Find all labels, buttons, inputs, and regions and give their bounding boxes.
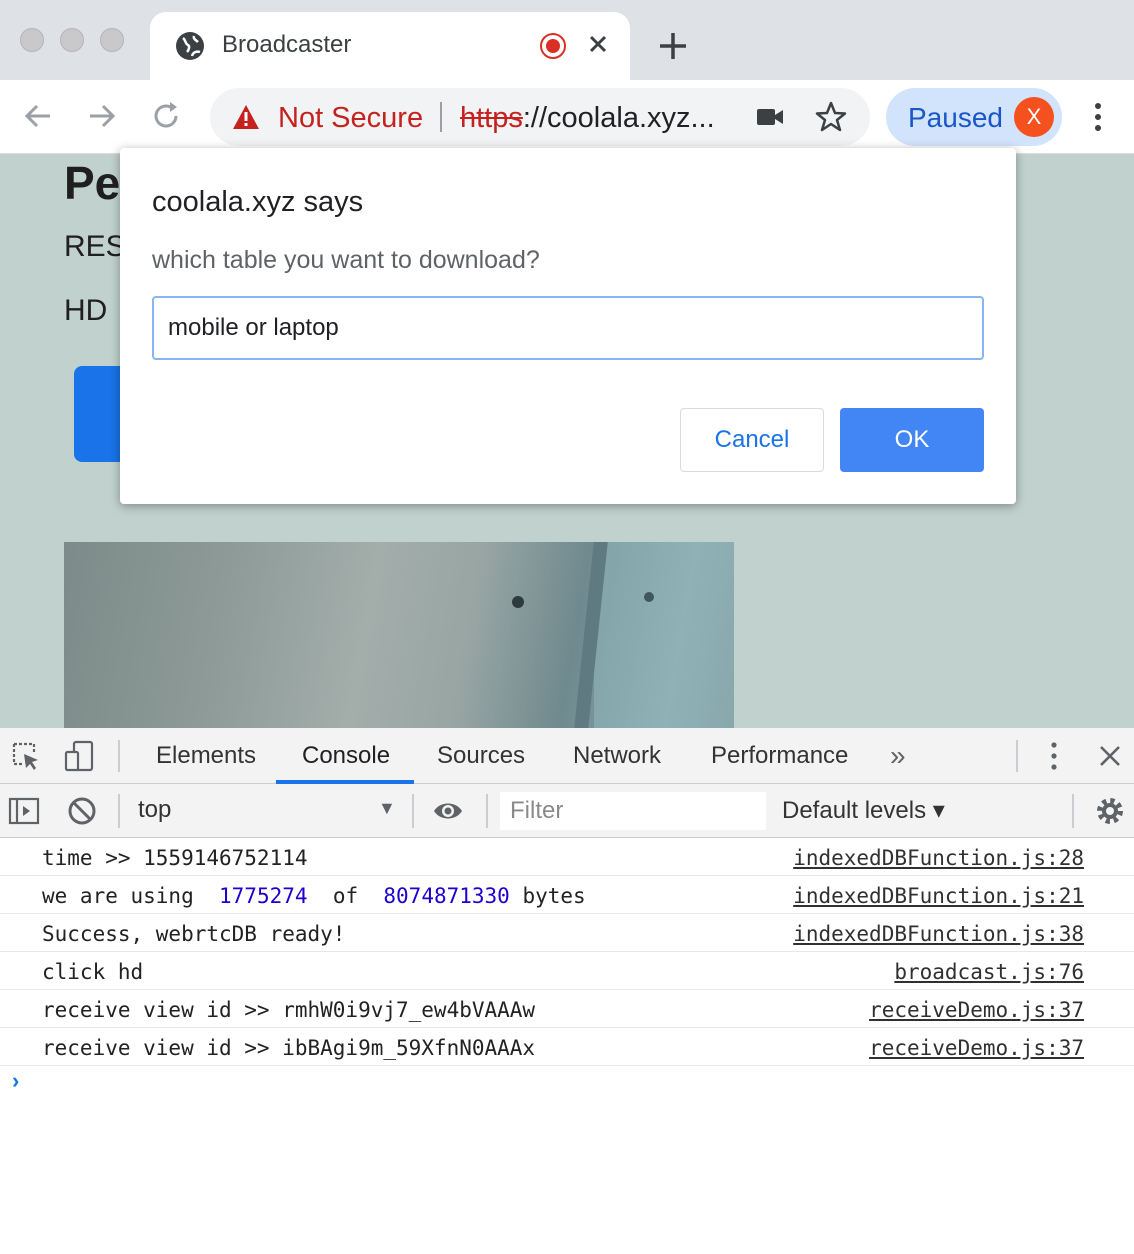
console-message: time >> 1559146752114 indexedDBFunction.…	[0, 838, 1134, 876]
close-tab-icon[interactable]	[582, 28, 614, 60]
console-message-text: we are using 1775274 of 8074871330 bytes	[42, 884, 586, 908]
eye-icon[interactable]	[432, 795, 464, 827]
toolbar-divider	[412, 794, 414, 828]
console-text-segment: bytes	[509, 884, 586, 908]
toolbar-divider	[1016, 740, 1018, 772]
back-arrow-icon[interactable]	[20, 98, 56, 134]
toolbar-divider	[1072, 794, 1074, 828]
security-label[interactable]: Not Secure	[278, 102, 423, 135]
dialog-message: which table you want to download?	[152, 246, 540, 274]
browser-menu-icon[interactable]	[1086, 100, 1110, 134]
browser-tab[interactable]: Broadcaster	[150, 12, 630, 80]
console-source-link[interactable]: receiveDemo.js:37	[869, 1036, 1084, 1060]
video-dot	[512, 596, 524, 608]
cancel-button[interactable]: Cancel	[680, 408, 824, 472]
devtools-panel: Elements Console Sources Network Perform…	[0, 728, 1134, 1254]
gear-icon[interactable]	[1094, 794, 1126, 828]
console-text-segment: we are using	[42, 884, 220, 908]
bookmark-star-icon[interactable]	[814, 100, 848, 134]
dialog-title: coolala.xyz says	[152, 186, 364, 218]
console-message-text: time >> 1559146752114	[42, 846, 308, 870]
video-preview	[64, 542, 734, 728]
page-heading: Pe	[64, 157, 121, 209]
console-message-text: Success, webrtcDB ready!	[42, 922, 346, 946]
profile-button[interactable]: Paused X	[886, 88, 1062, 146]
console-number: 8074871330	[383, 884, 510, 908]
console-message: click hd broadcast.js:76	[0, 952, 1134, 990]
resolution-label: RES	[64, 230, 126, 263]
device-toolbar-icon[interactable]	[64, 740, 96, 772]
console-source-link[interactable]: broadcast.js:76	[894, 960, 1084, 984]
url-text[interactable]: https://coolala.xyz...	[460, 102, 715, 135]
avatar: X	[1014, 97, 1054, 137]
log-levels-dropdown[interactable]: Default levels ▾	[782, 796, 945, 825]
new-tab-icon[interactable]	[656, 29, 690, 63]
hd-label: HD	[64, 294, 108, 327]
toolbar-divider	[118, 740, 120, 772]
inspect-element-icon[interactable]	[10, 740, 42, 772]
console-message: we are using 1775274 of 8074871330 bytes…	[0, 876, 1134, 914]
console-prompt-chevron-icon[interactable]: ›	[12, 1068, 19, 1094]
toolbar-divider	[486, 794, 488, 828]
console-toolbar: top ▼ Default levels ▾	[0, 784, 1134, 838]
minimize-window-button[interactable]	[60, 28, 84, 52]
tab-performance[interactable]: Performance	[711, 742, 848, 770]
url-host: ://coolala.xyz...	[522, 102, 715, 134]
reload-icon[interactable]	[148, 98, 184, 134]
toolbar-divider	[118, 794, 120, 828]
console-message-text: click hd	[42, 960, 144, 984]
close-window-button[interactable]	[20, 28, 44, 52]
console-text-segment: of	[307, 884, 384, 908]
forward-arrow-icon[interactable]	[84, 98, 120, 134]
profile-status-label: Paused	[908, 102, 1003, 133]
warning-icon	[233, 105, 259, 129]
console-message: Success, webrtcDB ready! indexedDBFuncti…	[0, 914, 1134, 952]
recording-indicator-icon	[540, 33, 566, 59]
devtools-menu-icon[interactable]	[1042, 740, 1066, 772]
tab-elements[interactable]: Elements	[156, 742, 256, 770]
console-source-link[interactable]: indexedDBFunction.js:38	[793, 922, 1084, 946]
console-message: receive view id >> rmhW0i9vj7_ew4bVAAAw …	[0, 990, 1134, 1028]
more-tabs-chevron-icon[interactable]: »	[890, 740, 906, 772]
show-sidebar-icon[interactable]	[8, 795, 40, 827]
tab-strip: Broadcaster	[0, 0, 1134, 80]
dialog-input[interactable]	[152, 296, 984, 360]
tab-title: Broadcaster	[222, 31, 352, 58]
globe-icon	[176, 32, 204, 60]
filter-input[interactable]	[500, 792, 766, 830]
video-glass-region	[594, 542, 734, 728]
console-message: receive view id >> ibBAgi9m_59XfnN0AAAx …	[0, 1028, 1134, 1066]
clear-console-icon[interactable]	[66, 795, 98, 827]
context-selector[interactable]: top	[138, 796, 171, 824]
browser-toolbar: Not Secure https://coolala.xyz... Paused…	[0, 80, 1134, 154]
video-dot	[644, 592, 654, 602]
tab-sources[interactable]: Sources	[437, 742, 525, 770]
close-devtools-icon[interactable]	[1096, 740, 1124, 772]
console-number: 1775274	[219, 884, 308, 908]
console-output: time >> 1559146752114 indexedDBFunction.…	[0, 838, 1134, 1066]
console-source-link[interactable]: indexedDBFunction.js:21	[793, 884, 1084, 908]
console-source-link[interactable]: indexedDBFunction.js:28	[793, 846, 1084, 870]
url-protocol: https	[460, 102, 523, 134]
chevron-down-icon[interactable]: ▼	[378, 798, 396, 819]
prompt-dialog: coolala.xyz says which table you want to…	[120, 148, 1016, 504]
devtools-tab-bar: Elements Console Sources Network Perform…	[0, 728, 1134, 784]
omnibox-divider	[440, 102, 442, 132]
maximize-window-button[interactable]	[100, 28, 124, 52]
address-bar[interactable]: Not Secure https://coolala.xyz...	[210, 88, 870, 146]
ok-button[interactable]: OK	[840, 408, 984, 472]
console-message-text: receive view id >> rmhW0i9vj7_ew4bVAAAw	[42, 998, 536, 1022]
tab-console[interactable]: Console	[302, 742, 390, 770]
tab-network[interactable]: Network	[573, 742, 661, 770]
camera-icon[interactable]	[756, 106, 784, 128]
console-message-text: receive view id >> ibBAgi9m_59XfnN0AAAx	[42, 1036, 536, 1060]
console-source-link[interactable]: receiveDemo.js:37	[869, 998, 1084, 1022]
